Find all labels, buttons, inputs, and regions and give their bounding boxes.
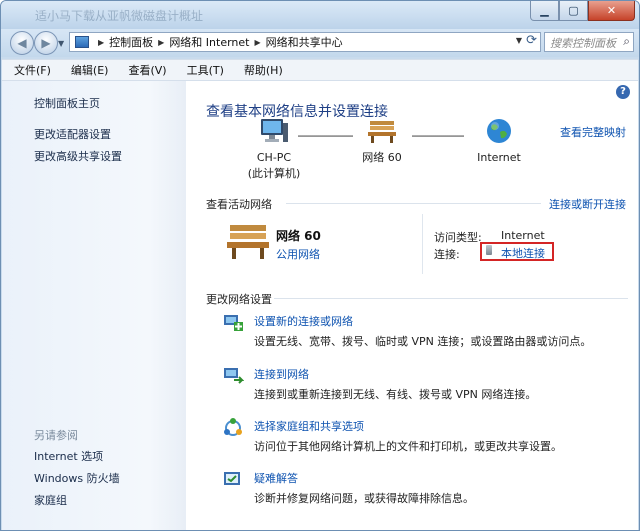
map-connector-line: [412, 135, 464, 137]
globe-icon: [487, 119, 511, 143]
local-connection-link[interactable]: 本地连接: [501, 245, 545, 261]
section-divider: [286, 203, 541, 204]
map-node-internet[interactable]: Internet: [472, 117, 526, 166]
task-title[interactable]: 连接到网络: [254, 366, 309, 382]
connect-or-disconnect-link[interactable]: 连接或断开连接: [549, 196, 626, 212]
bench-icon: [368, 121, 396, 143]
address-bar[interactable]: ▶ 控制面板 ▶ 网络和 Internet ▶ 网络和共享中心 ▼ ⟳: [69, 32, 541, 52]
network-type-link[interactable]: 公用网络: [276, 246, 320, 262]
task-title[interactable]: 设置新的连接或网络: [254, 313, 353, 329]
map-node-internet-name: Internet: [477, 151, 521, 164]
menu-bar: 文件(F) 编辑(E) 查看(V) 工具(T) 帮助(H): [2, 59, 638, 81]
computer-icon: [261, 119, 288, 142]
maximize-button[interactable]: ▢: [559, 1, 588, 21]
menu-help[interactable]: 帮助(H): [236, 62, 291, 78]
control-panel-icon: [75, 36, 89, 48]
active-networks-label: 查看活动网络: [206, 198, 272, 211]
sidebar-link-homegroup[interactable]: 家庭组: [34, 492, 67, 508]
sidebar: 控制面板主页 更改适配器设置 更改高级共享设置 另请参阅 Internet 选项…: [2, 81, 186, 530]
sidebar-link-control-panel-home[interactable]: 控制面板主页: [34, 95, 100, 111]
forward-button[interactable]: ▶: [34, 31, 58, 55]
minimize-button[interactable]: ▁: [530, 1, 559, 21]
active-network-name: 网络 60: [276, 229, 321, 243]
vertical-divider: [422, 214, 423, 274]
close-button[interactable]: ✕: [588, 1, 635, 21]
task-description: 访问位于其他网络计算机上的文件和打印机，或更改共享设置。: [254, 440, 562, 453]
address-history-dropdown-icon[interactable]: ▼: [516, 36, 522, 45]
main-panel: ? 查看基本网络信息并设置连接 查看完整映射 CH-PC (此计算机) 网络 6…: [186, 81, 638, 530]
forward-arrow-icon: ▶: [41, 36, 51, 50]
menu-tools[interactable]: 工具(T): [179, 62, 232, 78]
section-divider: [274, 298, 628, 299]
search-icon[interactable]: ⌕: [623, 34, 630, 49]
menu-view[interactable]: 查看(V): [120, 62, 174, 78]
refresh-icon[interactable]: ⟳: [526, 33, 537, 48]
breadcrumb-network-internet[interactable]: 网络和 Internet: [169, 34, 249, 50]
task-title[interactable]: 选择家庭组和共享选项: [254, 418, 364, 434]
connect-network-icon: [224, 368, 244, 384]
map-node-network[interactable]: 网络 60: [352, 117, 412, 166]
sidebar-link-change-adapter-settings[interactable]: 更改适配器设置: [34, 126, 111, 142]
network-sharing-center-window: 适小马下载从亚帆微磁盘计概址 ▁ ▢ ✕ ◀ ▶ ▼ ▶ 控制面板 ▶ 网络和 …: [0, 0, 640, 531]
task-description: 设置无线、宽带、拨号、临时或 VPN 连接；或设置路由器或访问点。: [254, 335, 592, 348]
connections-label: 连接:: [434, 248, 460, 261]
task-title[interactable]: 疑难解答: [254, 470, 298, 486]
map-connector-line: [298, 135, 353, 137]
access-type-value: Internet: [501, 229, 545, 242]
sidebar-link-change-advanced-sharing[interactable]: 更改高级共享设置: [34, 148, 122, 164]
homegroup-icon: [224, 418, 242, 436]
sidebar-link-windows-firewall[interactable]: Windows 防火墙: [34, 470, 120, 486]
window-title: 适小马下载从亚帆微磁盘计概址: [35, 9, 204, 23]
sidebar-link-internet-options[interactable]: Internet 选项: [34, 448, 103, 464]
task-description: 连接到或重新连接到无线、有线、拨号或 VPN 网络连接。: [254, 388, 537, 401]
change-network-settings-label: 更改网络设置: [206, 293, 272, 306]
menu-file[interactable]: 文件(F): [6, 62, 59, 78]
network-adapter-icon: [486, 245, 492, 255]
menu-edit[interactable]: 编辑(E): [63, 62, 117, 78]
title-bar: 适小马下载从亚帆微磁盘计概址 ▁ ▢ ✕: [1, 1, 639, 29]
task-description: 诊断并修复网络问题，或获得故障排除信息。: [254, 492, 474, 505]
search-input[interactable]: 搜索控制面板 ⌕: [544, 32, 634, 52]
window-controls: ▁ ▢ ✕: [530, 1, 635, 21]
network-bench-icon: [227, 225, 269, 259]
troubleshoot-icon: [224, 472, 240, 485]
map-node-computer-name: CH-PC: [256, 151, 292, 164]
breadcrumb-separator-icon[interactable]: ▶: [98, 38, 104, 47]
content-area: 控制面板主页 更改适配器设置 更改高级共享设置 另请参阅 Internet 选项…: [2, 81, 638, 530]
breadcrumb-network-sharing-center[interactable]: 网络和共享中心: [266, 34, 343, 50]
breadcrumb-separator-icon[interactable]: ▶: [158, 38, 164, 47]
view-full-map-link[interactable]: 查看完整映射: [560, 124, 626, 140]
search-placeholder: 搜索控制面板: [550, 37, 616, 50]
back-button[interactable]: ◀: [10, 31, 34, 55]
map-node-computer-subtitle: (此计算机): [247, 167, 301, 180]
breadcrumb-control-panel[interactable]: 控制面板: [109, 34, 153, 50]
see-also-heading: 另请参阅: [34, 429, 78, 442]
new-connection-icon: [224, 315, 243, 331]
breadcrumb-separator-icon[interactable]: ▶: [255, 38, 261, 47]
access-type-label: 访问类型:: [434, 231, 482, 244]
back-arrow-icon: ◀: [17, 36, 27, 50]
recent-pages-dropdown-icon[interactable]: ▼: [58, 39, 64, 48]
address-row: ◀ ▶ ▼ ▶ 控制面板 ▶ 网络和 Internet ▶ 网络和共享中心 ▼ …: [1, 29, 639, 57]
map-node-network-name: 网络 60: [362, 151, 402, 164]
map-node-computer[interactable]: CH-PC (此计算机): [242, 117, 306, 182]
help-icon[interactable]: ?: [616, 85, 630, 99]
